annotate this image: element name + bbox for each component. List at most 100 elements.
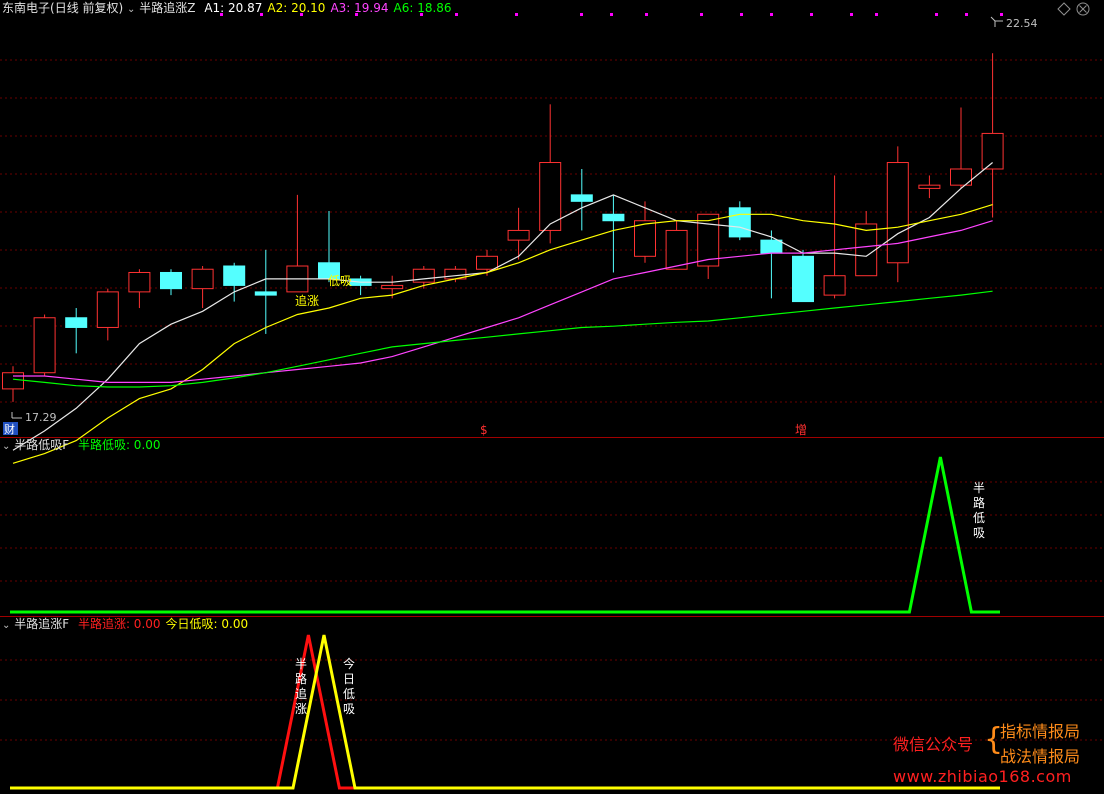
main-readouts: A1: 20.87 A2: 20.10 A3: 19.94 A6: 18.86 — [199, 1, 451, 15]
moving-average-lines — [12, 162, 993, 464]
candle[interactable] — [539, 104, 562, 244]
candle[interactable] — [349, 275, 372, 296]
finance-marker[interactable]: 财 — [4, 422, 15, 436]
ma-line-a3 — [13, 220, 993, 383]
candle[interactable] — [570, 168, 593, 231]
high-price-label: 22.54 — [1006, 17, 1038, 30]
top-dot — [810, 13, 813, 16]
high-price-marker: 22.54 — [990, 16, 1038, 30]
candle[interactable] — [855, 211, 878, 277]
candle-body — [918, 184, 941, 189]
candle[interactable] — [728, 201, 751, 241]
low-price-marker: 17.29 — [11, 411, 57, 424]
candle-body — [254, 291, 277, 296]
candle-body — [855, 223, 878, 277]
candle[interactable] — [950, 107, 972, 189]
main-readout-0: A1: 20.87 — [204, 1, 263, 15]
candle-body — [96, 291, 119, 328]
watermark-brand1: 指标情报局 — [1000, 722, 1081, 741]
candle[interactable] — [160, 269, 182, 296]
candle-body — [128, 271, 151, 293]
candle[interactable] — [886, 146, 909, 283]
svg-text:半路追涨: 半路追涨 — [295, 657, 307, 716]
candle-body — [602, 213, 625, 222]
candle[interactable] — [286, 194, 309, 293]
top-dot — [645, 13, 648, 16]
dip-label: 低吸 — [328, 274, 352, 288]
dollar-marker[interactable]: $ — [480, 423, 488, 437]
panel2-readout-0: 半路低吸: 0.00 — [77, 438, 161, 452]
candle[interactable] — [918, 175, 941, 199]
panel3-header: ⌄ 半路追涨F 半路追涨: 0.00 今日低吸: 0.00 — [2, 616, 248, 632]
panel2-indicator-name[interactable]: 半路低吸F — [14, 438, 69, 452]
top-dot — [455, 13, 458, 16]
panel2-signal-label: 半路低吸 — [973, 481, 985, 540]
increase-marker[interactable]: 增 — [795, 423, 807, 437]
main-grid — [0, 59, 1104, 403]
panel3-dip-line — [10, 634, 1000, 790]
panel3-readout-1: 今日低吸: 0.00 — [165, 617, 249, 631]
candle-body — [760, 239, 783, 254]
candle-body — [728, 207, 751, 238]
candle[interactable] — [191, 266, 214, 309]
top-dot — [515, 13, 518, 16]
candle[interactable] — [981, 53, 1004, 218]
top-dot — [740, 13, 743, 16]
panel3-readout-0: 半路追涨: 0.00 — [77, 617, 161, 631]
candle[interactable] — [2, 366, 24, 402]
candle[interactable] — [254, 249, 277, 334]
top-dot — [1000, 13, 1003, 16]
candle[interactable] — [96, 288, 119, 341]
watermark-wechat: 微信公众号 — [893, 735, 974, 754]
close-icon[interactable] — [1076, 2, 1090, 16]
chevron-down-icon[interactable]: ⌄ — [2, 441, 10, 452]
panel2-header: ⌄ 半路低吸F 半路低吸: 0.00 — [2, 437, 161, 453]
indicator-name[interactable]: 半路追涨Z — [139, 1, 195, 15]
candle[interactable] — [823, 175, 846, 299]
panel2-grid — [0, 481, 1104, 582]
stock-name[interactable]: 东南电子 — [2, 1, 50, 15]
candle[interactable] — [507, 207, 530, 260]
main-readout-2: A3: 19.94 — [330, 1, 389, 15]
ma-line-a6 — [12, 290, 993, 388]
svg-text:今日低吸: 今日低吸 — [343, 656, 355, 716]
candle-body — [160, 271, 182, 290]
candle-body — [476, 255, 498, 270]
candle-body — [191, 268, 214, 290]
chevron-down-icon[interactable]: ⌄ — [2, 620, 10, 631]
candle[interactable] — [318, 211, 340, 283]
top-dot — [965, 13, 968, 16]
candle[interactable] — [65, 308, 88, 354]
panel3-indicator-name[interactable]: 半路追涨F — [14, 617, 69, 631]
top-dot — [610, 13, 613, 16]
candle[interactable] — [665, 220, 688, 270]
candle[interactable] — [33, 314, 56, 376]
candle-body — [381, 284, 404, 290]
panel3-chase-label: 半路追涨 — [295, 657, 307, 716]
candle-body — [33, 317, 56, 374]
main-header: 东南电子(日线 前复权) ⌄ 半路追涨Z A1: 20.87 A2: 20.10 A… — [2, 0, 452, 16]
panel3-readouts: 半路追涨: 0.00 今日低吸: 0.00 — [73, 617, 248, 631]
period-label[interactable]: (日线 前复权) — [50, 1, 123, 15]
svg-text:半路低吸: 半路低吸 — [973, 481, 985, 540]
top-dot — [580, 13, 583, 16]
candle-body — [665, 229, 688, 270]
top-dot — [935, 13, 938, 16]
candle-body — [507, 229, 530, 241]
top-dot — [700, 13, 703, 16]
chevron-down-icon[interactable]: ⌄ — [127, 4, 135, 15]
candle[interactable] — [602, 194, 625, 273]
panel3-grid — [0, 659, 1104, 741]
panel2-signal-line — [10, 456, 1000, 614]
chart-canvas[interactable]: 22.54 17.29 追涨 低吸 财 $ 增 半路低吸 半路追涨 今日低吸 — [0, 0, 1104, 794]
candle-body — [65, 317, 88, 328]
watermark-brand2: 战法情报局 — [1000, 747, 1081, 766]
candle[interactable] — [128, 269, 151, 309]
top-dot — [770, 13, 773, 16]
candle[interactable] — [444, 266, 467, 283]
candle[interactable] — [792, 249, 814, 303]
candle-body — [570, 194, 593, 202]
panel3-chase-line — [10, 634, 1000, 790]
settings-icon[interactable] — [1057, 2, 1071, 16]
candle-body — [981, 132, 1004, 170]
